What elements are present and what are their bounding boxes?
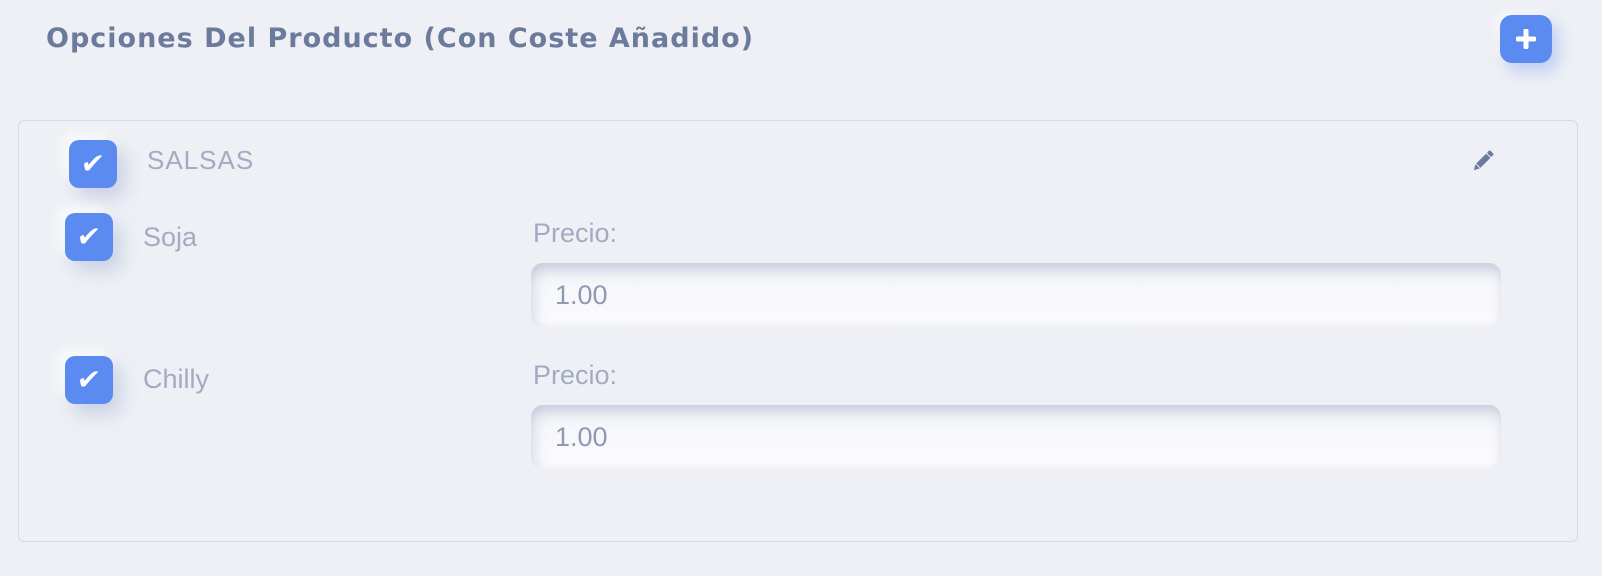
plus-icon bbox=[1516, 29, 1536, 49]
option-label: Soja bbox=[143, 222, 198, 252]
option-checkbox-chilly[interactable]: ✔ bbox=[65, 356, 113, 404]
option-checkbox-soja[interactable]: ✔ bbox=[65, 213, 113, 261]
option-group-card: ✔ SALSAS ✔ Soja Precio: ✔ Chilly Precio: bbox=[18, 120, 1578, 542]
price-label: Precio: bbox=[533, 360, 618, 390]
section-title: Opciones Del Producto (Con Coste Añadido… bbox=[46, 23, 755, 54]
group-checkbox[interactable]: ✔ bbox=[69, 140, 117, 188]
pencil-icon[interactable] bbox=[1469, 147, 1497, 175]
group-name: SALSAS bbox=[147, 145, 255, 175]
check-icon: ✔ bbox=[79, 147, 107, 180]
price-label: Precio: bbox=[533, 218, 618, 248]
check-icon: ✔ bbox=[75, 220, 103, 253]
product-options-page: Opciones Del Producto (Con Coste Añadido… bbox=[0, 0, 1602, 576]
check-icon: ✔ bbox=[75, 363, 103, 396]
option-label: Chilly bbox=[143, 364, 210, 394]
price-input-chilly[interactable] bbox=[531, 405, 1501, 469]
price-input-soja[interactable] bbox=[531, 263, 1501, 327]
add-option-button[interactable] bbox=[1500, 15, 1552, 63]
